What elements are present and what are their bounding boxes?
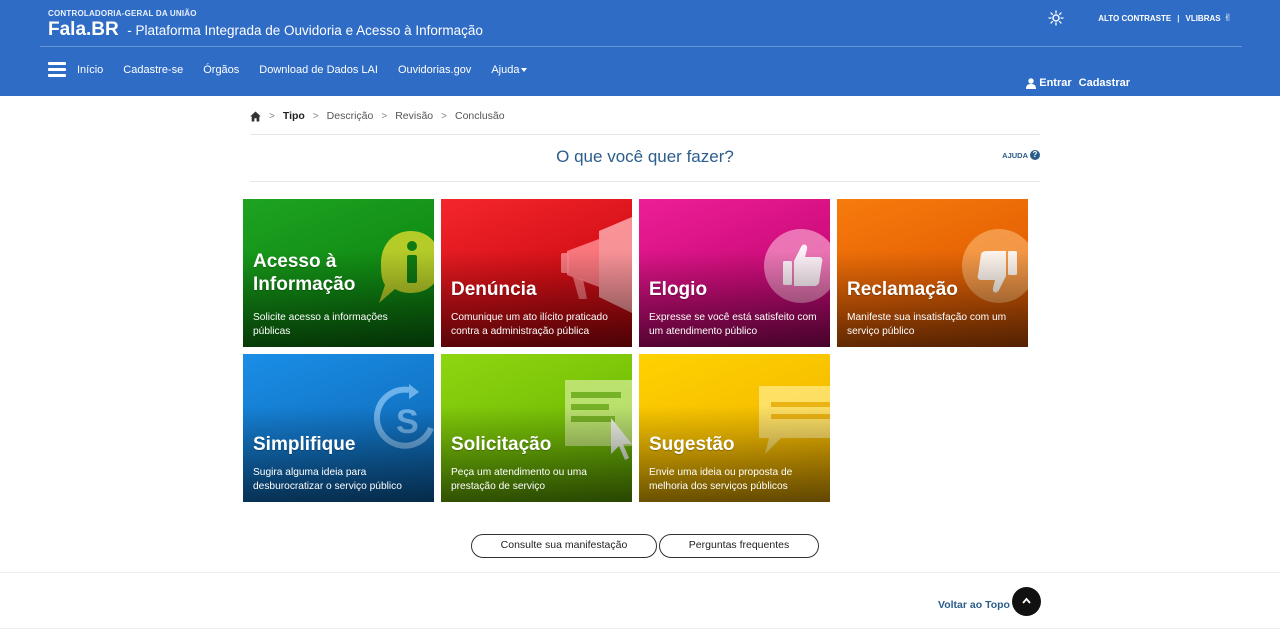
card-title: Solicitação (451, 434, 552, 455)
back-to-top-link[interactable]: Voltar ao Topo (938, 599, 1010, 611)
divider (0, 628, 1280, 629)
breadcrumb-step-conclusao: Conclusão (454, 110, 505, 122)
card-title: Reclamação (847, 279, 958, 300)
user-links: Entrar Cadastrar (1026, 77, 1130, 89)
org-name: CONTROLADORIA-GERAL DA UNIÃO (48, 9, 197, 18)
logo[interactable]: Fala.BR (48, 19, 119, 40)
site-header: CONTROLADORIA-GERAL DA UNIÃO Fala.BR - P… (0, 0, 1280, 96)
sun-icon[interactable] (1048, 10, 1064, 26)
card-title-line: Informação (253, 274, 356, 295)
nav-item-ouvidorias[interactable]: Ouvidorias.gov (398, 64, 471, 76)
card-description: Comunique um ato ilícito praticado contr… (451, 312, 608, 337)
nav-item-orgaos[interactable]: Órgãos (203, 64, 239, 76)
header-divider (40, 46, 1242, 47)
consult-manifestation-button[interactable]: Consulte sua manifestação (471, 534, 657, 558)
breadcrumb: > Tipo > Descrição > Revisão > Conclusão (250, 110, 505, 122)
chevron-right-icon: > (381, 110, 388, 122)
breadcrumb-step-revisao: Revisão (395, 110, 434, 122)
card-acesso-informacao[interactable]: Acesso à Informação Solicite acesso a in… (243, 199, 434, 347)
caret-down-icon (521, 67, 528, 72)
chevron-right-icon: > (441, 110, 447, 122)
back-to-top-button[interactable] (1012, 587, 1041, 616)
brand[interactable]: Fala.BR - Plataforma Integrada de Ouvido… (48, 19, 483, 41)
chevron-right-icon: > (312, 110, 319, 122)
card-title: Denúncia (451, 279, 537, 300)
card-title: Sugestão (649, 434, 735, 455)
help-link[interactable]: AJUDA ? (1002, 150, 1040, 160)
question-icon: ? (1030, 150, 1040, 160)
card-title: Acesso à Informação (253, 250, 355, 296)
card-description: Peça um atendimento ou uma prestação de … (451, 467, 587, 492)
login-link[interactable]: Entrar (1039, 77, 1071, 89)
card-description: Sugira alguma ideia para desburocratizar… (253, 467, 402, 492)
chevron-up-icon (1022, 597, 1031, 604)
card-description: Envie uma ideia ou proposta de melhoria … (649, 467, 793, 492)
card-simplifique[interactable]: S Simplifique Sugira alguma ideia para d… (243, 354, 434, 502)
help-label: AJUDA (1002, 150, 1028, 160)
nav-dropdown-ajuda[interactable]: Ajuda (491, 63, 528, 76)
register-link[interactable]: Cadastrar (1079, 77, 1130, 89)
card-description: Expresse se você está satisfeito com um … (649, 312, 817, 337)
separator: | (1177, 13, 1180, 23)
page-title: O que você quer fazer? (556, 147, 734, 166)
divider (250, 134, 1040, 135)
user-icon (1026, 77, 1037, 89)
high-contrast-link[interactable]: ALTO CONTRASTE (1098, 14, 1171, 23)
card-title: Simplifique (253, 434, 356, 455)
card-description: Solicite acesso a informações públicas (253, 312, 388, 337)
divider (0, 572, 1280, 573)
vlibras-link[interactable]: VLIBRAS (1185, 14, 1220, 23)
accessibility-bar: ALTO CONTRASTE | VLIBRAS ✌ (1048, 10, 1232, 26)
hand-icon[interactable]: ✌ (1224, 13, 1232, 24)
main-nav: Início Cadastre-se Órgãos Download de Da… (48, 62, 547, 77)
card-title: Elogio (649, 279, 708, 300)
card-description: Manifeste sua insatisfação com um serviç… (847, 312, 1007, 337)
card-elogio[interactable]: Elogio Expresse se você está satisfeito … (639, 199, 830, 347)
divider (250, 181, 1040, 182)
faq-button[interactable]: Perguntas frequentes (659, 534, 819, 558)
card-denuncia[interactable]: Denúncia Comunique um ato ilícito pratic… (441, 199, 632, 347)
card-reclamacao[interactable]: Reclamação Manifeste sua insatisfação co… (837, 199, 1028, 347)
breadcrumb-step-descricao: Descrição (326, 110, 374, 122)
chevron-right-icon: > (269, 110, 275, 122)
card-title-line: Acesso à (253, 251, 337, 272)
home-icon[interactable] (250, 111, 261, 122)
nav-dropdown-label: Ajuda (491, 63, 520, 76)
hamburger-icon[interactable] (48, 62, 66, 77)
card-sugestao[interactable]: Sugestão Envie uma ideia ou proposta de … (639, 354, 830, 502)
card-solicitacao[interactable]: Solicitação Peça um atendimento ou uma p… (441, 354, 632, 502)
nav-item-cadastre-se[interactable]: Cadastre-se (123, 64, 183, 76)
breadcrumb-step-tipo: Tipo (282, 110, 305, 122)
nav-item-download[interactable]: Download de Dados LAI (259, 64, 378, 76)
nav-item-inicio[interactable]: Início (77, 64, 103, 76)
platform-subtitle: - Plataforma Integrada de Ouvidoria e Ac… (127, 23, 483, 38)
